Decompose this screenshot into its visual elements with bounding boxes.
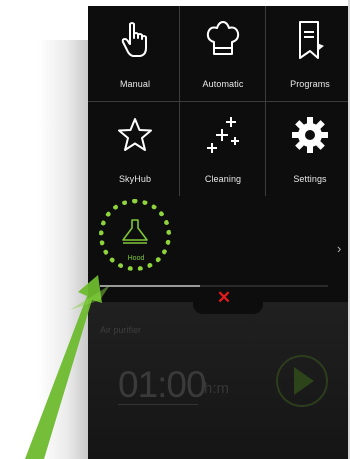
- annotation-arrow-icon: [25, 275, 110, 459]
